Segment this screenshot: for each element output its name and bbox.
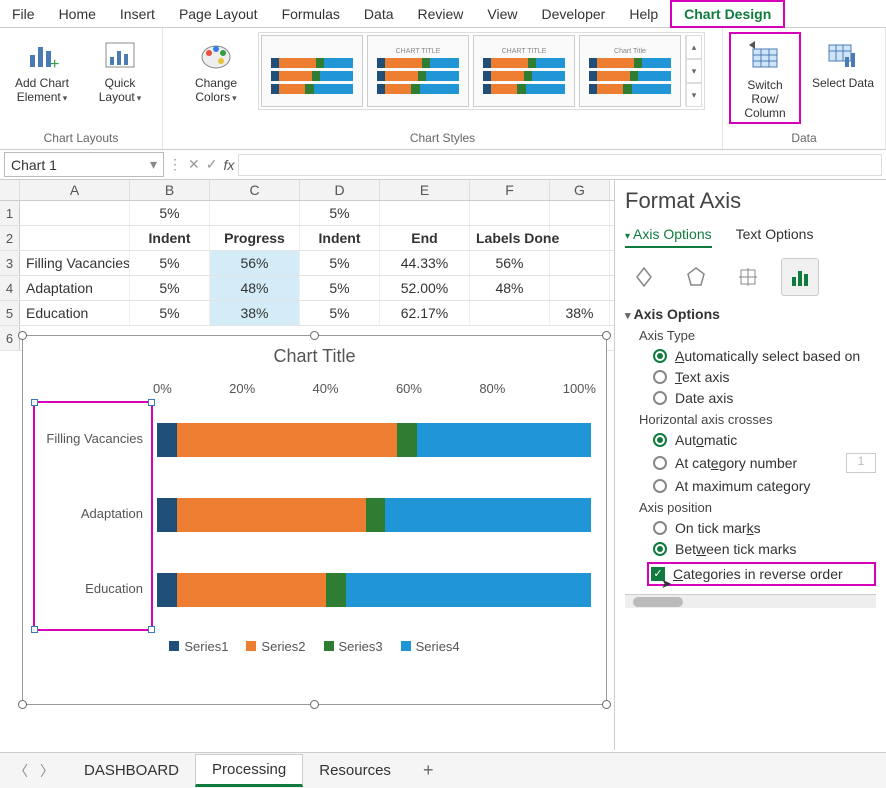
pane-tab-text-options[interactable]: Text Options <box>736 222 814 248</box>
sheet-tab-dashboard[interactable]: DASHBOARD <box>68 756 195 785</box>
chart-title[interactable]: Chart Title <box>23 336 606 371</box>
group-chart-layouts: + Add Chart Element Quick Layout Chart L… <box>0 28 163 149</box>
label-h-crosses: Horizontal axis crosses <box>639 412 876 427</box>
chart-legend[interactable]: Series1 Series2 Series3 Series4 <box>23 631 606 662</box>
group-label: Data <box>791 129 816 147</box>
fx-expand-icon[interactable]: ⋮ <box>168 156 182 173</box>
quick-layout-button[interactable]: Quick Layout <box>84 32 156 106</box>
group-chart-styles: Change Colors CHART TITLE CHART TITLE <box>163 28 723 149</box>
label-axis-position: Axis position <box>639 500 876 515</box>
opt-on-tick-marks[interactable]: On tick marks <box>653 520 876 536</box>
tab-view[interactable]: View <box>475 2 529 26</box>
sheet-tab-processing[interactable]: Processing <box>195 754 303 787</box>
svg-text:+: + <box>50 56 59 73</box>
opt-auto-select[interactable]: Automatically select based on <box>653 348 876 364</box>
tab-review[interactable]: Review <box>406 2 476 26</box>
bar-row[interactable] <box>157 498 591 532</box>
chart-style-gallery[interactable]: CHART TITLE CHART TITLE Chart Title <box>258 32 705 110</box>
style-thumb-1[interactable] <box>261 35 363 107</box>
style-thumb-2[interactable]: CHART TITLE <box>367 35 469 107</box>
pane-h-scrollbar[interactable] <box>625 594 876 608</box>
switch-row-column-icon <box>745 36 785 78</box>
size-properties-icon[interactable] <box>729 258 767 296</box>
category-label: Adaptation <box>33 506 143 521</box>
fx-label: fx <box>223 157 234 173</box>
worksheet[interactable]: A B C D E F G 15%5% 2IndentProgressInden… <box>0 180 614 750</box>
label-axis-type: Axis Type <box>639 328 876 343</box>
fx-cancel-icon[interactable]: ✕ <box>188 156 200 173</box>
sheet-tab-resources[interactable]: Resources <box>303 756 407 785</box>
palette-icon <box>198 34 234 76</box>
add-sheet-button[interactable]: + <box>407 760 450 781</box>
tab-data[interactable]: Data <box>352 2 406 26</box>
change-colors-button[interactable]: Change Colors <box>180 32 252 106</box>
sheet-nav-prev[interactable]: 〈 <box>14 761 28 781</box>
opt-categories-reverse[interactable]: ✓ Categories in reverse order ➤ <box>647 562 876 586</box>
bar-row[interactable] <box>157 423 591 457</box>
select-data-button[interactable]: Select Data <box>807 32 879 92</box>
select-data-icon <box>823 34 863 76</box>
gallery-more[interactable]: ▾ <box>686 83 702 107</box>
sheet-tab-bar: 〈 〉 DASHBOARD Processing Resources + <box>0 752 886 788</box>
style-thumb-4[interactable]: Chart Title <box>579 35 681 107</box>
tab-chart-design[interactable]: Chart Design <box>670 0 785 28</box>
opt-h-automatic[interactable]: Automatic <box>653 432 876 448</box>
opt-at-category-number[interactable]: At category number1 <box>653 453 876 473</box>
formula-bar: Chart 1▾ ⋮ ✕ ✓ fx <box>0 150 886 180</box>
section-axis-options[interactable]: Axis Options <box>625 306 876 322</box>
opt-at-max-category[interactable]: At maximum category <box>653 478 876 494</box>
opt-between-tick-marks[interactable]: Between tick marks <box>653 541 876 557</box>
category-label: Education <box>33 581 143 596</box>
category-label: Filling Vacancies <box>33 431 143 446</box>
tab-developer[interactable]: Developer <box>530 2 618 26</box>
gallery-down[interactable]: ▾ <box>686 59 702 83</box>
fx-controls: ⋮ ✕ ✓ fx <box>168 156 234 173</box>
x-axis-ticks: 0%20%40%60%80%100% <box>153 381 596 396</box>
group-label: Chart Styles <box>410 129 475 147</box>
group-data: Switch Row/ Column Select Data Data <box>723 28 886 149</box>
format-axis-pane: Format Axis ▾Axis Options Text Options A… <box>614 180 886 750</box>
style-thumb-3[interactable]: CHART TITLE <box>473 35 575 107</box>
name-box[interactable]: Chart 1▾ <box>4 152 164 177</box>
formula-input[interactable] <box>238 154 882 176</box>
quick-layout-icon <box>102 34 138 76</box>
group-label: Chart Layouts <box>44 129 119 147</box>
gallery-up[interactable]: ▴ <box>686 35 702 59</box>
add-chart-element-button[interactable]: + Add Chart Element <box>6 32 78 106</box>
tab-formulas[interactable]: Formulas <box>270 2 352 26</box>
tab-file[interactable]: File <box>0 2 47 26</box>
tab-help[interactable]: Help <box>617 2 670 26</box>
add-chart-element-icon: + <box>24 34 60 76</box>
ribbon: + Add Chart Element Quick Layout Chart L… <box>0 28 886 150</box>
tab-page-layout[interactable]: Page Layout <box>167 2 270 26</box>
effects-icon[interactable] <box>677 258 715 296</box>
switch-row-column-button[interactable]: Switch Row/ Column <box>729 32 801 124</box>
opt-date-axis[interactable]: Date axis <box>653 390 876 406</box>
tab-insert[interactable]: Insert <box>108 2 167 26</box>
column-headers: A B C D E F G <box>0 180 614 201</box>
fill-line-icon[interactable] <box>625 258 663 296</box>
ribbon-tabs: File Home Insert Page Layout Formulas Da… <box>0 0 886 28</box>
axis-options-icon[interactable] <box>781 258 819 296</box>
fx-confirm-icon[interactable]: ✓ <box>206 156 218 173</box>
pane-title: Format Axis <box>625 188 876 214</box>
tab-home[interactable]: Home <box>47 2 108 26</box>
opt-text-axis[interactable]: Text axis <box>653 369 876 385</box>
plot-area[interactable]: 0%20%40%60%80%100% Filling Vacancies Ada… <box>33 371 596 631</box>
cursor-icon: ➤ <box>661 576 672 592</box>
sheet-nav-next[interactable]: 〉 <box>40 761 54 781</box>
pane-tab-axis-options[interactable]: ▾Axis Options <box>625 222 712 248</box>
bar-row[interactable] <box>157 573 591 607</box>
embedded-chart[interactable]: Chart Title 0%20%40%60%80%100% Filling V… <box>22 335 607 705</box>
